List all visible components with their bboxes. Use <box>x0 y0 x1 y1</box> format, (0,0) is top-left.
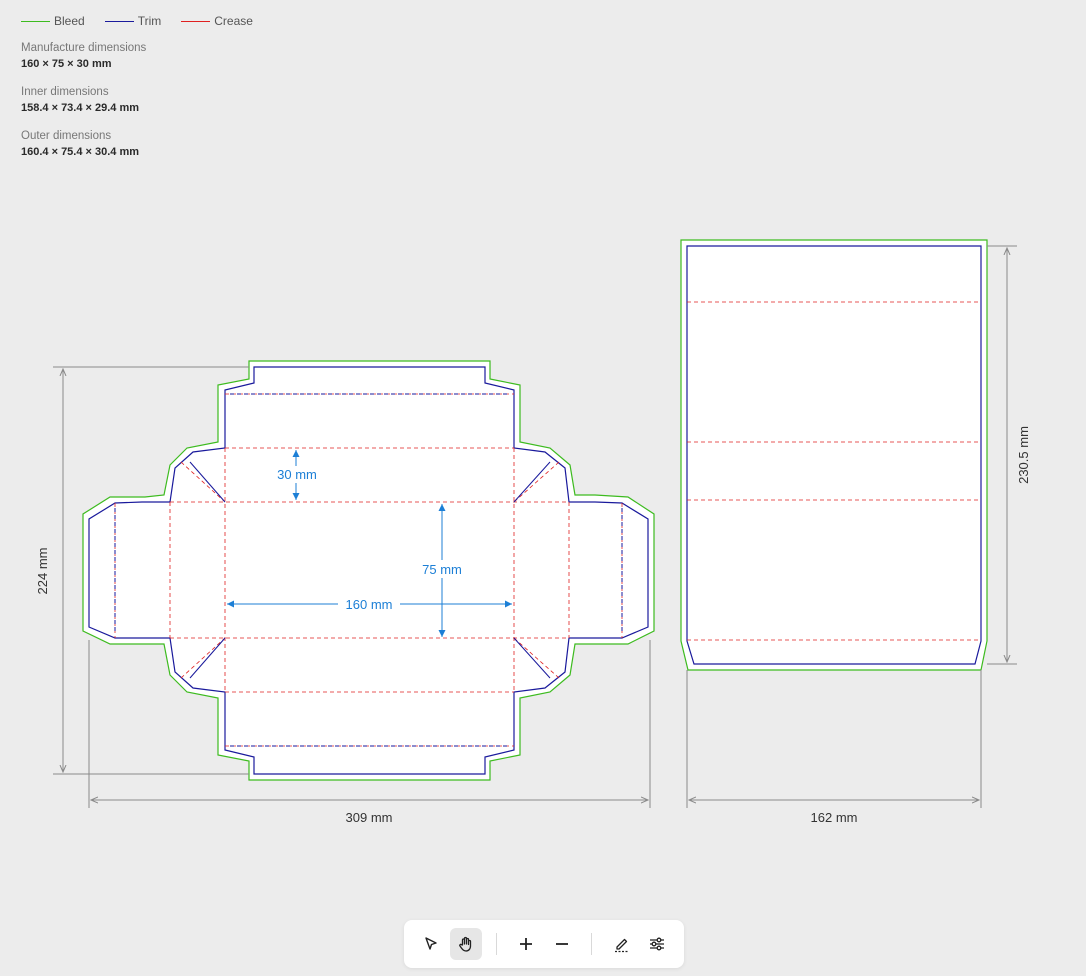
zoom-in-button[interactable] <box>511 928 542 960</box>
hand-icon <box>459 936 472 952</box>
minus-icon <box>555 943 568 945</box>
tray-dieline: 30 mm 75 mm 160 mm <box>82 360 655 781</box>
sleeve-height-label: 230.5 mm <box>1016 426 1031 484</box>
dieline-canvas[interactable]: 30 mm 75 mm 160 mm 224 mm 309 mm 230.5 m… <box>0 0 1086 976</box>
zoom-out-button[interactable] <box>546 928 577 960</box>
inner-width-label: 75 mm <box>422 562 462 577</box>
tray-bleed-outline <box>82 360 655 781</box>
settings-tool-button[interactable] <box>642 928 673 960</box>
toolbar-divider <box>495 933 497 955</box>
cursor-icon <box>424 937 437 950</box>
sleeve-bleed-outline <box>680 239 988 671</box>
tray-height-label: 224 mm <box>35 548 50 595</box>
edit-tool-button[interactable] <box>606 928 637 960</box>
pen-icon <box>615 938 630 953</box>
sleeve-width-label: 162 mm <box>811 810 858 825</box>
plus-icon <box>520 938 533 950</box>
sliders-icon <box>650 937 665 951</box>
inner-height-label: 30 mm <box>277 467 317 482</box>
tray-width-label: 309 mm <box>346 810 393 825</box>
toolbar-divider <box>591 933 593 955</box>
bottom-toolbar <box>404 920 684 968</box>
sleeve-dieline <box>680 239 988 671</box>
pan-tool-button[interactable] <box>450 928 482 960</box>
select-tool-button[interactable] <box>415 928 446 960</box>
inner-length-label: 160 mm <box>346 597 393 612</box>
